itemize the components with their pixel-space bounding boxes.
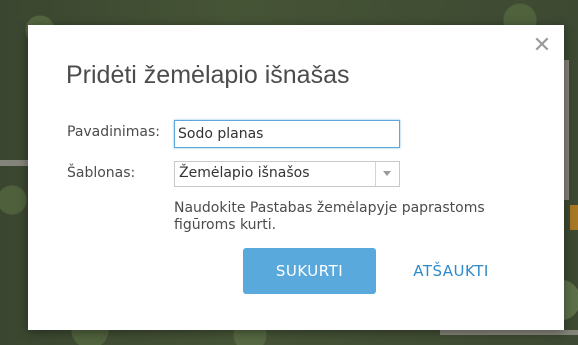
name-input[interactable] [174,120,400,148]
template-select[interactable]: Žemėlapio išnašos [174,161,400,187]
name-label: Pavadinimas: [67,124,161,140]
template-selected-value: Žemėlapio išnašos [179,165,310,181]
template-hint: Naudokite Pastabas žemėlapyje paprastoms… [174,200,485,233]
cancel-button[interactable]: ATŠAUKTI [396,248,506,294]
chevron-down-icon[interactable] [375,162,399,186]
template-label: Šablonas: [67,165,136,181]
create-button[interactable]: SUKURTI [243,248,376,294]
add-map-notes-dialog: ✕ Pridėti žemėlapio išnašas Pavadinimas:… [28,25,564,330]
close-icon[interactable]: ✕ [530,35,554,59]
dialog-title: Pridėti žemėlapio išnašas [66,61,350,89]
